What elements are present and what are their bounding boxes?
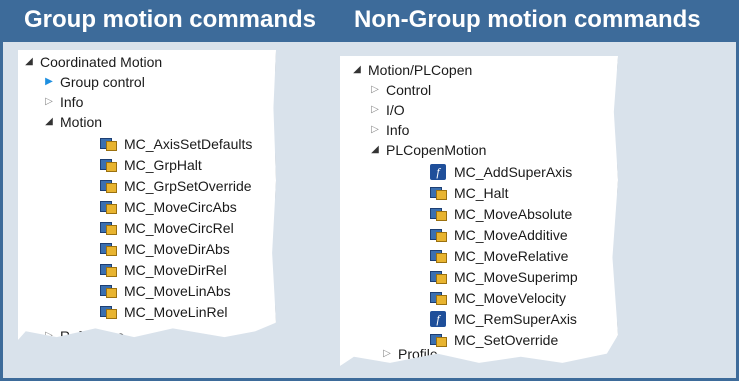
- node-label: Info: [60, 94, 84, 110]
- tree-leaf-item[interactable]: MC_MoveAdditive: [430, 225, 568, 245]
- collapsed-triangle-icon[interactable]: ▶: [42, 72, 56, 92]
- tree-leaf-item[interactable]: MC_SetOverride: [430, 330, 558, 350]
- tree-leaf-item[interactable]: MC_MoveVelocity: [430, 288, 566, 308]
- leaf-label: MC_AddSuperAxis: [454, 164, 573, 180]
- node-label: PLCopenMotion: [386, 142, 487, 158]
- tree-node-plcopen-motion[interactable]: ◢ PLCopenMotion: [368, 140, 486, 160]
- leaf-label: MC_MoveCircRel: [124, 220, 234, 236]
- expanded-triangle-icon[interactable]: ◢: [22, 52, 36, 72]
- leaf-label: MC_MoveDirRel: [124, 262, 227, 278]
- collapsed-triangle-icon[interactable]: ▷: [368, 80, 382, 100]
- function-block-icon: [100, 284, 118, 298]
- function-block-icon: [100, 137, 118, 151]
- collapsed-triangle-icon[interactable]: ▷: [42, 92, 56, 112]
- collapsed-triangle-icon[interactable]: ▷: [368, 120, 382, 140]
- tree-node-coordinated-motion[interactable]: ◢ Coordinated Motion: [22, 52, 162, 72]
- tree-node-group-control[interactable]: ▶ Group control: [42, 72, 145, 92]
- leaf-label: MC_MoveDirAbs: [124, 241, 230, 257]
- tree-leaf-item[interactable]: MC_MoveLinRel: [100, 302, 227, 322]
- leaf-label: MC_MoveVelocity: [454, 290, 567, 306]
- tree-node-io[interactable]: ▷ I/O: [368, 100, 405, 120]
- function-block-icon: [430, 249, 448, 263]
- tree-node-info[interactable]: ▷ Info: [42, 92, 83, 112]
- node-label: I/O: [386, 102, 405, 118]
- expanded-triangle-icon[interactable]: ◢: [350, 60, 364, 80]
- node-label: Motion/PLCopen: [368, 62, 473, 78]
- function-block-icon: [100, 242, 118, 256]
- leaf-label: MC_RemSuperAxis: [454, 311, 577, 327]
- leaf-label: MC_MoveCircAbs: [124, 199, 237, 215]
- tree-leaf-item[interactable]: f MC_AddSuperAxis: [430, 162, 572, 182]
- node-label: Coordinated Motion: [40, 54, 163, 70]
- tree-leaf-item[interactable]: MC_Halt: [430, 183, 508, 203]
- group-motion-title: Group motion commands: [24, 6, 317, 33]
- tree-leaf-item[interactable]: MC_GrpSetOverride: [100, 176, 252, 196]
- function-icon: f: [430, 311, 446, 327]
- tree-leaf-item[interactable]: MC_MoveAbsolute: [430, 204, 572, 224]
- tree-leaf-item[interactable]: f MC_RemSuperAxis: [430, 309, 577, 329]
- tree-leaf-item[interactable]: MC_MoveSuperimp: [430, 267, 578, 287]
- tree-node-control[interactable]: ▷ Control: [368, 80, 431, 100]
- node-label: Info: [386, 122, 410, 138]
- leaf-label: MC_MoveRelative: [454, 248, 569, 264]
- leaf-label: MC_MoveLinRel: [124, 304, 228, 320]
- tree-node-motion[interactable]: ◢ Motion: [42, 112, 102, 132]
- function-block-icon: [430, 333, 448, 347]
- leaf-label: MC_MoveAbsolute: [454, 206, 573, 222]
- leaf-label: MC_GrpSetOverride: [124, 178, 252, 194]
- function-block-icon: [430, 186, 448, 200]
- function-block-icon: [430, 207, 448, 221]
- function-block-icon: [100, 221, 118, 235]
- leaf-label: MC_MoveAdditive: [454, 227, 568, 243]
- tree-leaf-item[interactable]: MC_MoveCircRel: [100, 218, 234, 238]
- function-block-icon: [430, 228, 448, 242]
- tree-leaf-item[interactable]: MC_MoveCircAbs: [100, 197, 237, 217]
- non-group-motion-title: Non-Group motion commands: [354, 6, 701, 33]
- expanded-triangle-icon[interactable]: ◢: [42, 112, 56, 132]
- function-block-icon: [430, 291, 448, 305]
- leaf-label: MC_MoveSuperimp: [454, 269, 578, 285]
- tree-leaf-item[interactable]: MC_AxisSetDefaults: [100, 134, 252, 154]
- leaf-label: MC_SetOverride: [454, 332, 559, 348]
- function-icon: f: [430, 164, 446, 180]
- function-block-icon: [100, 305, 118, 319]
- leaf-label: MC_GrpHalt: [124, 157, 202, 173]
- function-block-icon: [430, 270, 448, 284]
- tree-node-motion-plcopen[interactable]: ◢ Motion/PLCopen: [350, 60, 472, 80]
- leaf-label: MC_MoveLinAbs: [124, 283, 231, 299]
- tree-leaf-item[interactable]: MC_MoveDirAbs: [100, 239, 230, 259]
- tree-leaf-item[interactable]: MC_MoveDirRel: [100, 260, 227, 280]
- tree-leaf-item[interactable]: MC_MoveLinAbs: [100, 281, 231, 301]
- tree-node-info[interactable]: ▷ Info: [368, 120, 409, 140]
- function-block-icon: [100, 200, 118, 214]
- node-label: Motion: [60, 114, 103, 130]
- function-block-icon: [100, 179, 118, 193]
- header-bar: Group motion commands Non-Group motion c…: [0, 0, 739, 42]
- collapsed-triangle-icon[interactable]: ▷: [368, 100, 382, 120]
- leaf-label: MC_Halt: [454, 185, 509, 201]
- node-label: Control: [386, 82, 432, 98]
- non-group-motion-tree: ◢ Motion/PLCopen ▷ Control ▷ I/O ▷ Info …: [340, 56, 618, 366]
- group-motion-tree: ◢ Coordinated Motion ▶ Group control ▷ I…: [18, 50, 276, 340]
- collapsed-triangle-icon[interactable]: ▷: [380, 347, 394, 361]
- function-block-icon: [100, 263, 118, 277]
- leaf-label: MC_AxisSetDefaults: [124, 136, 253, 152]
- tree-leaf-item[interactable]: MC_MoveRelative: [430, 246, 568, 266]
- tree-leaf-item[interactable]: MC_GrpHalt: [100, 155, 202, 175]
- node-label: Group control: [60, 74, 145, 90]
- function-block-icon: [100, 158, 118, 172]
- expanded-triangle-icon[interactable]: ◢: [368, 140, 382, 160]
